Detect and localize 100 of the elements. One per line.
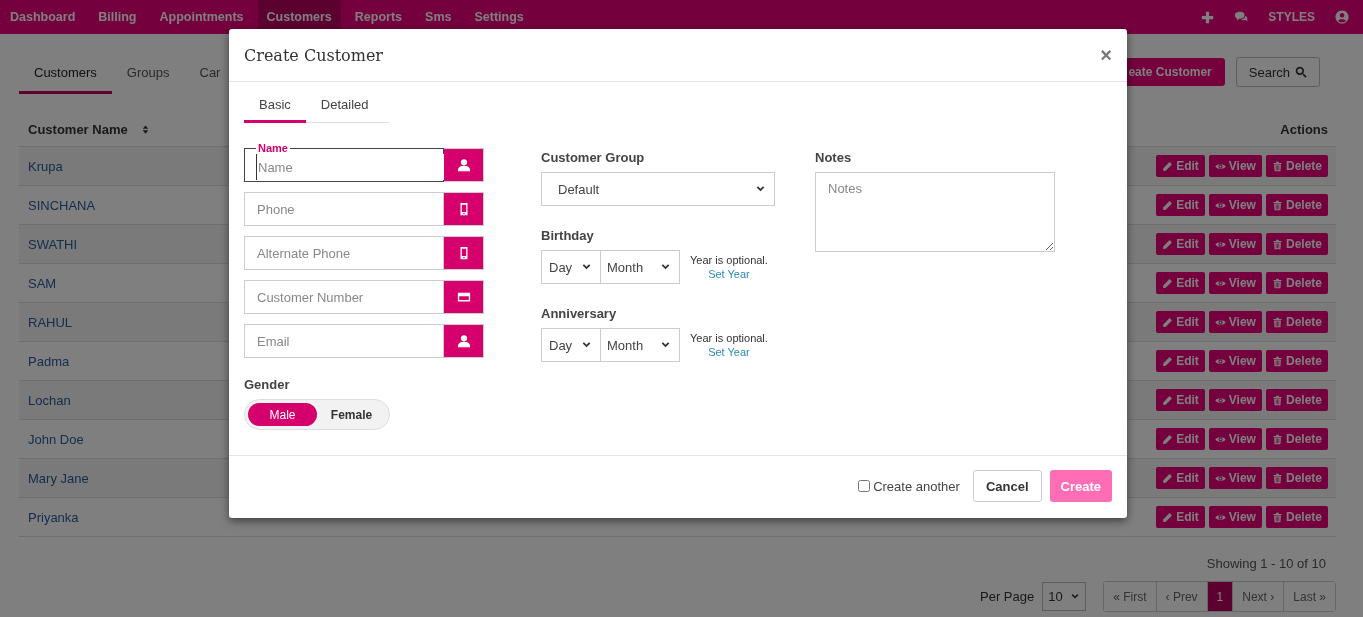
close-button[interactable]: × (1100, 43, 1112, 67)
showing-count: Showing 1 - 10 of 10 (1206, 556, 1326, 571)
view-button[interactable]: View (1208, 233, 1262, 255)
view-button[interactable]: View (1208, 506, 1262, 528)
customer-group-select[interactable]: Default (541, 172, 775, 206)
view-button[interactable]: View (1208, 389, 1262, 411)
page-link[interactable]: Last » (1283, 582, 1335, 611)
gender-label: Gender (244, 377, 291, 392)
gender-option[interactable]: Male (248, 403, 317, 426)
edit-button[interactable]: Edit (1156, 194, 1205, 216)
dialog-tab[interactable]: Detailed (305, 88, 384, 123)
per-page-select[interactable]: 10 (1042, 582, 1087, 611)
field-label: Birthday (541, 228, 595, 243)
trash-icon (1271, 160, 1283, 172)
customer-name-link[interactable]: SINCHANA (28, 197, 96, 213)
chat-icon (1234, 10, 1249, 24)
customer-name-link[interactable]: Priyanka (28, 509, 79, 525)
dialog-tab[interactable]: Basic (244, 88, 306, 123)
person-icon (456, 334, 471, 348)
view-button[interactable]: View (1208, 194, 1262, 216)
customer-name-link[interactable]: RAHUL (28, 314, 73, 330)
view-button[interactable]: View (1208, 428, 1262, 450)
trash-icon (1271, 277, 1283, 289)
trash-icon (1271, 472, 1283, 484)
delete-button[interactable]: Delete (1265, 506, 1328, 528)
customer-name-link[interactable]: John Doe (28, 431, 84, 447)
customer-name-link[interactable]: SAM (28, 275, 57, 291)
view-button[interactable]: View (1208, 467, 1262, 489)
edit-button[interactable]: Edit (1156, 272, 1205, 294)
trash-icon (1271, 199, 1283, 211)
trash-icon (1271, 355, 1283, 367)
customer-name-link[interactable]: Krupa (28, 158, 63, 174)
search-icon (1295, 66, 1307, 78)
view-button[interactable]: View (1208, 350, 1262, 372)
view-button[interactable]: View (1208, 311, 1262, 333)
credit-card-icon (456, 290, 471, 304)
input-field[interactable]: Phone (244, 192, 444, 226)
nav-item[interactable]: Dashboard (0, 0, 85, 34)
field-label: Customer Group (541, 150, 646, 165)
delete-button[interactable]: Delete (1265, 272, 1328, 294)
customer-name-link[interactable]: Mary Jane (28, 470, 89, 486)
delete-button[interactable]: Delete (1265, 428, 1328, 450)
customer-name-link[interactable]: SWATHI (28, 236, 78, 252)
set-year-link[interactable]: Set Year (708, 268, 750, 280)
input-field[interactable]: Email (244, 324, 444, 358)
column-header: Customer Name (28, 121, 128, 137)
edit-button[interactable]: Edit (1156, 350, 1205, 372)
input-field[interactable]: Customer Number (244, 280, 444, 314)
user-icon (1335, 10, 1349, 24)
gender-option[interactable]: Female (317, 403, 386, 426)
sub-tab[interactable]: Groups (111, 53, 185, 94)
customer-name-link[interactable]: Lochan (28, 392, 71, 408)
trash-icon (1271, 433, 1283, 445)
set-year-link[interactable]: Set Year (708, 346, 750, 358)
trash-icon (1271, 511, 1283, 523)
checkbox[interactable] (858, 480, 871, 492)
day-select[interactable]: Day (541, 250, 601, 284)
edit-button[interactable]: Edit (1156, 233, 1205, 255)
edit-button[interactable]: Edit (1156, 506, 1205, 528)
month-select[interactable]: Month (600, 250, 680, 284)
pencil-icon (1162, 355, 1174, 367)
month-select[interactable]: Month (600, 328, 680, 362)
delete-button[interactable]: Delete (1265, 311, 1328, 333)
delete-button[interactable]: Delete (1265, 233, 1328, 255)
trash-icon (1271, 238, 1283, 250)
delete-button[interactable]: Delete (1265, 155, 1328, 177)
nav-item[interactable]: Billing (89, 0, 146, 34)
search-button[interactable]: Search (1235, 57, 1320, 87)
edit-button[interactable]: Edit (1156, 389, 1205, 411)
column-header: Actions (1280, 121, 1328, 137)
styles-link[interactable]: STYLES (1268, 10, 1315, 24)
delete-button[interactable]: Delete (1265, 467, 1328, 489)
view-button[interactable]: View (1208, 272, 1262, 294)
trash-icon (1271, 316, 1283, 328)
delete-button[interactable]: Delete (1265, 194, 1328, 216)
pencil-icon (1162, 472, 1174, 484)
input-field[interactable]: Alternate Phone (244, 236, 444, 270)
edit-button[interactable]: Edit (1156, 155, 1205, 177)
sub-tab[interactable]: Customers (19, 53, 112, 94)
notes-field[interactable]: Notes (815, 172, 1055, 252)
page-link[interactable]: 1 (1206, 582, 1233, 611)
trash-icon (1271, 394, 1283, 406)
pencil-icon (1162, 394, 1174, 406)
cancel-button[interactable]: Cancel (972, 470, 1042, 502)
optional-note: Year is optional. (690, 254, 768, 266)
edit-button[interactable]: Edit (1156, 428, 1205, 450)
pencil-icon (1162, 511, 1174, 523)
pencil-icon (1162, 316, 1174, 328)
pencil-icon (1162, 433, 1174, 445)
delete-button[interactable]: Delete (1265, 350, 1328, 372)
day-select[interactable]: Day (541, 328, 601, 362)
delete-button[interactable]: Delete (1265, 389, 1328, 411)
edit-button[interactable]: Edit (1156, 467, 1205, 489)
pencil-icon (1162, 199, 1174, 211)
customer-name-link[interactable]: Padma (28, 353, 70, 369)
checkbox-label: Create another (873, 478, 960, 494)
edit-button[interactable]: Edit (1156, 311, 1205, 333)
name-field[interactable]: Name Name (244, 142, 444, 182)
per-page-label: Per Page (980, 589, 1035, 604)
view-button[interactable]: View (1208, 155, 1262, 177)
